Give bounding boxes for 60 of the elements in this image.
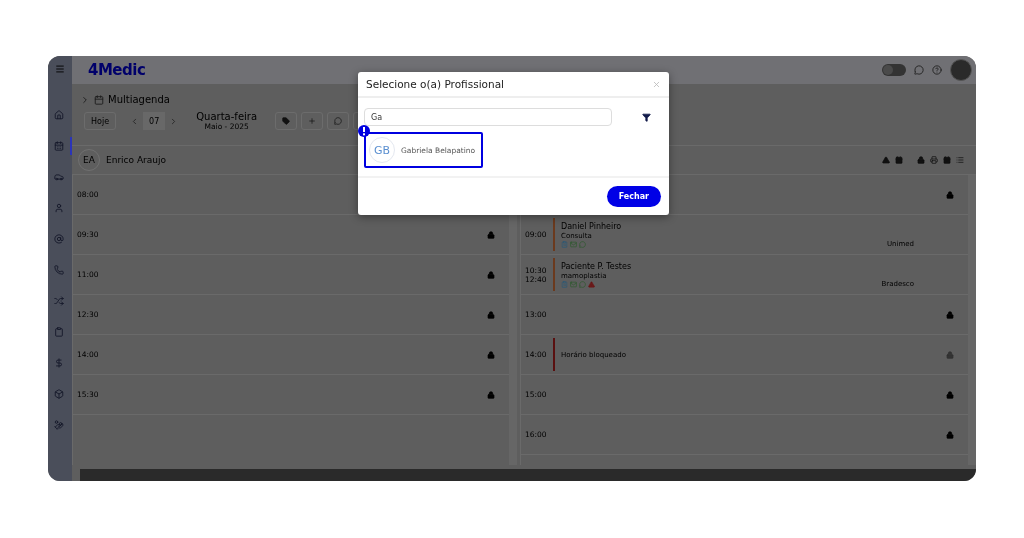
message-icon bbox=[334, 117, 343, 125]
patient-name[interactable]: Daniel Pinheiro bbox=[561, 221, 881, 231]
mail-icon bbox=[570, 240, 577, 248]
tag-icon bbox=[282, 117, 291, 125]
calendar-icon bbox=[54, 141, 64, 151]
avatar[interactable] bbox=[950, 59, 972, 81]
clipboard-icon bbox=[561, 240, 568, 248]
message-icon bbox=[579, 280, 586, 288]
list-icon bbox=[956, 156, 964, 164]
close-button[interactable]: Fechar bbox=[606, 186, 661, 207]
message-button[interactable] bbox=[327, 112, 350, 130]
plus-icon bbox=[308, 117, 317, 125]
logo: 4Medic bbox=[88, 61, 147, 79]
horizontal-scrollbar[interactable] bbox=[80, 469, 976, 481]
close-icon[interactable] bbox=[652, 79, 661, 89]
warning-icon bbox=[882, 156, 890, 164]
phone-icon bbox=[54, 265, 64, 275]
car-icon bbox=[54, 172, 64, 182]
lock-icon[interactable] bbox=[487, 270, 495, 279]
user-icon bbox=[54, 203, 64, 213]
day-field[interactable]: 07 bbox=[143, 112, 166, 130]
lock-icon[interactable] bbox=[946, 430, 954, 439]
printer-icon bbox=[930, 156, 938, 164]
search-field[interactable]: Ga bbox=[364, 108, 612, 126]
calendar-icon bbox=[94, 94, 104, 105]
shuffle-icon bbox=[54, 296, 64, 306]
mail-icon bbox=[570, 280, 577, 288]
breadcrumb[interactable]: Multiagenda bbox=[108, 94, 170, 105]
lock-icon[interactable] bbox=[946, 390, 954, 399]
at-sign-icon bbox=[54, 234, 64, 244]
chat-icon bbox=[914, 65, 924, 75]
lock-icon[interactable] bbox=[946, 310, 954, 319]
menu-icon bbox=[55, 64, 65, 74]
message-icon bbox=[579, 240, 586, 248]
lock-icon[interactable] bbox=[487, 390, 495, 399]
hand-coins-icon bbox=[54, 420, 64, 430]
lock-icon[interactable] bbox=[487, 350, 495, 359]
calendar-icon bbox=[895, 156, 903, 164]
filter-icon[interactable] bbox=[642, 112, 651, 122]
professional-name: Enrico Araujo bbox=[106, 155, 167, 165]
add-button[interactable] bbox=[301, 112, 324, 130]
dollar-icon bbox=[54, 358, 64, 368]
help-icon bbox=[932, 65, 942, 75]
weekday: Quarta-feira bbox=[196, 111, 258, 122]
today-button[interactable]: Hoje bbox=[84, 112, 117, 130]
box-icon bbox=[54, 389, 64, 399]
tag-button[interactable] bbox=[275, 112, 298, 130]
clipboard-icon bbox=[561, 280, 568, 288]
dialog-title: Selecione o(a) Profissional bbox=[366, 78, 505, 90]
patient-name[interactable]: Paciente P. Testes bbox=[561, 261, 876, 271]
theme-toggle[interactable] bbox=[882, 64, 906, 76]
chevron-right-icon bbox=[80, 94, 90, 105]
clipboard-icon bbox=[54, 327, 64, 337]
lock-icon bbox=[917, 156, 925, 164]
lock-icon bbox=[946, 350, 954, 359]
lock-icon[interactable] bbox=[487, 310, 495, 319]
lock-icon[interactable] bbox=[946, 190, 954, 199]
lock-icon[interactable] bbox=[487, 230, 495, 239]
home-icon bbox=[54, 110, 64, 120]
calendar-x-icon bbox=[943, 156, 951, 164]
